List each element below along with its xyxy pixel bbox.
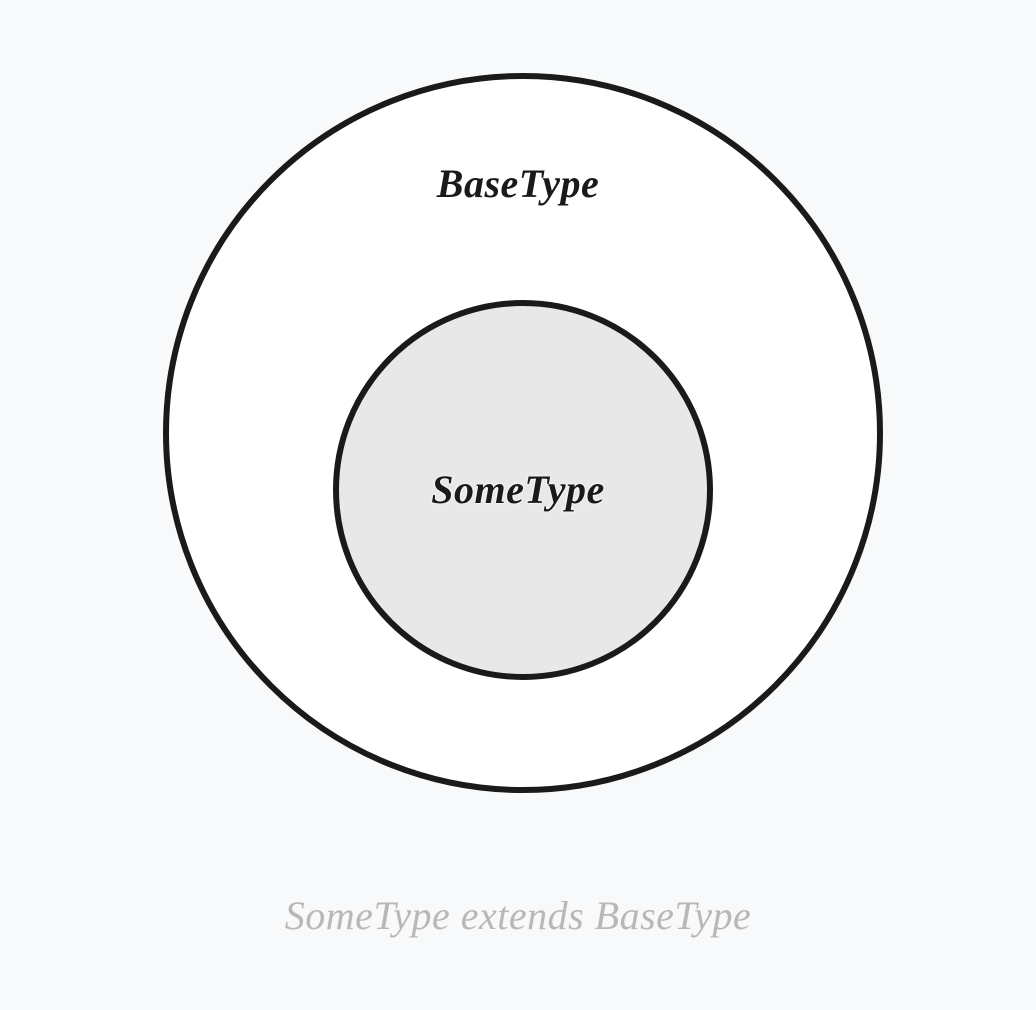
diagram-caption: SomeType extends BaseType [0,892,1036,939]
outer-circle-label: BaseType [0,160,1036,207]
inner-circle-label: SomeType [0,466,1036,513]
